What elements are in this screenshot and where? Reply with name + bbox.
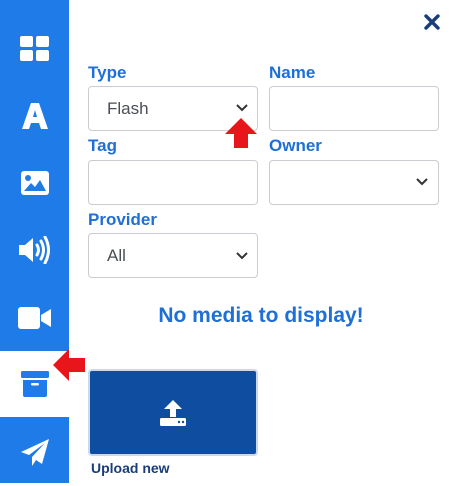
sidebar-item-audio[interactable] [0,217,69,283]
owner-select[interactable] [269,160,439,205]
name-input[interactable] [269,86,439,131]
upload-new-label: Upload new [91,460,170,476]
name-label: Name [269,63,316,82]
sidebar-item-images[interactable] [0,150,69,216]
left-arrow-icon [53,349,85,381]
close-button[interactable] [420,10,444,34]
grid-icon [19,36,49,61]
sidebar [0,0,69,483]
sidebar-item-layouts[interactable] [0,16,69,82]
image-icon [20,171,49,195]
audio-icon [18,236,50,264]
owner-label: Owner [269,136,322,155]
upload-new-button[interactable] [88,369,258,456]
empty-state-message: No media to display! [158,304,364,327]
sidebar-item-video[interactable] [0,285,69,351]
tag-label: Tag [88,136,117,155]
archive-icon [20,371,49,397]
video-icon [17,307,51,329]
tag-input[interactable] [88,160,258,205]
send-icon [20,439,49,466]
provider-select[interactable]: All [88,233,258,278]
provider-label: Provider [88,210,157,229]
up-arrow-icon [225,118,257,148]
upload-icon [160,399,186,426]
close-icon [424,14,440,30]
sidebar-item-text[interactable] [0,83,69,149]
type-label: Type [88,63,127,82]
text-icon [21,103,48,129]
sidebar-item-publish[interactable] [0,420,69,486]
